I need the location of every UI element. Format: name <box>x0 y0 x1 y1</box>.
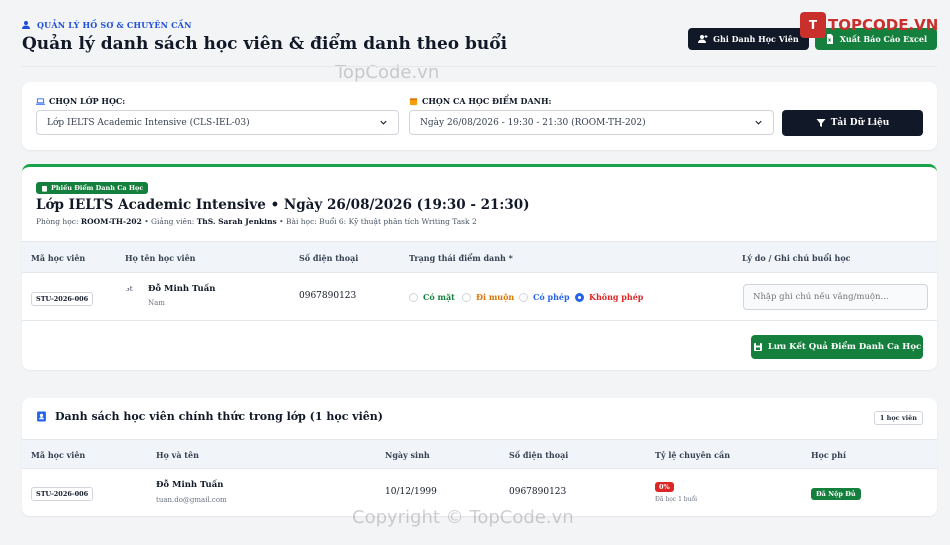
attendance-rate-badge: 0% <box>655 482 674 492</box>
col-code: Mã học viên <box>31 450 86 460</box>
student-code: STU-2026-006 <box>31 292 94 306</box>
eyebrow-text: QUẢN LÝ HỒ SƠ & CHUYÊN CẦN <box>37 20 192 30</box>
class-label: CHỌN LỚP HỌC: <box>36 96 125 106</box>
row-divider <box>22 320 937 321</box>
radio-excused-dot[interactable] <box>519 292 528 302</box>
radio-absent-dot[interactable] <box>575 292 584 302</box>
roster-student-email: tuan.do@gmail.com <box>156 496 227 504</box>
session-label-text: CHỌN CA HỌC ĐIỂM DANH: <box>422 96 552 106</box>
class-label-text: CHỌN LỚP HỌC: <box>49 96 126 106</box>
radio-present[interactable]: Có mặt <box>409 292 455 302</box>
room-value: ROOM-TH-202 <box>80 217 142 226</box>
user-gear-icon <box>22 21 30 29</box>
col-phone: Số điện thoại <box>509 450 569 460</box>
roster-student-phone: 0967890123 <box>509 487 567 497</box>
radio-excused-label: Có phép <box>533 292 570 302</box>
radio-late-label: Đi muộn <box>476 292 515 302</box>
roster-count: 1 học viên <box>873 411 923 425</box>
chevron-down-icon <box>755 120 762 125</box>
radio-absent-label: Không phép <box>589 292 644 302</box>
attendance-card: Phiếu Điểm Danh Ca Học Lớp IELTS Academi… <box>22 164 937 370</box>
session-select[interactable]: Ngày 26/08/2026 - 19:30 - 21:30 (ROOM-TH… <box>409 110 774 135</box>
attendance-rate-note: Đã học 1 buổi <box>655 496 698 503</box>
topcode-logo: T TOPCODE.VN <box>800 12 938 38</box>
roster-table-header: Mã học viên Họ và tên Ngày sinh Số điện … <box>22 439 937 469</box>
register-student-button[interactable]: Ghi Danh Học Viên <box>688 28 809 50</box>
reload-data-button[interactable]: Tải Dữ Liệu <box>782 110 923 136</box>
radio-present-label: Có mặt <box>423 292 455 302</box>
roster-student-code: STU-2026-006 <box>31 487 94 501</box>
student-name: Đỗ Minh Tuấn <box>148 284 216 294</box>
attendance-badge: Phiếu Điểm Danh Ca Học <box>36 182 149 194</box>
calendar-icon <box>409 97 418 105</box>
col-fee: Học phí <box>811 450 846 460</box>
roster-card: Danh sách học viên chính thức trong lớp … <box>22 398 937 516</box>
save-attendance-label: Lưu Kết Quả Điểm Danh Ca Học <box>767 342 922 352</box>
save-icon <box>753 343 762 351</box>
col-code: Mã học viên <box>31 253 86 263</box>
note-input[interactable] <box>743 284 928 310</box>
attendance-badge-text: Phiếu Điểm Danh Ca Học <box>51 184 144 192</box>
avatar: St <box>125 285 145 305</box>
col-phone: Số điện thoại <box>299 253 359 263</box>
student-phone: 0967890123 <box>299 291 357 301</box>
clipboard-icon <box>42 185 47 192</box>
session-meta: Phòng học: ROOM-TH-202 • Giảng viên: ThS… <box>36 217 477 226</box>
roster-student-name: Đỗ Minh Tuấn <box>156 480 224 490</box>
teacher-value: ThS. Sarah Jenkins <box>196 217 277 226</box>
room-label: Phòng học: <box>36 217 79 226</box>
radio-present-dot[interactable] <box>409 292 418 302</box>
class-select-value: Lớp IELTS Academic Intensive (CLS-IEL-03… <box>47 117 250 128</box>
col-rate: Tỷ lệ chuyên cần <box>655 450 731 460</box>
col-name: Họ tên học viên <box>125 253 196 263</box>
session-label: CHỌN CA HỌC ĐIỂM DANH: <box>409 96 551 106</box>
roster-student-dob: 10/12/1999 <box>385 487 437 497</box>
laptop-icon <box>36 97 45 105</box>
attendance-table-header: Mã học viên Họ tên học viên Số điện thoạ… <box>22 241 937 273</box>
session-title: Lớp IELTS Academic Intensive • Ngày 26/0… <box>36 197 530 213</box>
col-fullname: Họ và tên <box>156 450 199 460</box>
user-plus-icon <box>698 35 708 43</box>
radio-absent[interactable]: Không phép <box>575 292 643 302</box>
fee-status-badge: Đã Nộp Đủ <box>811 488 861 500</box>
save-attendance-button[interactable]: Lưu Kết Quả Điểm Danh Ca Học <box>751 335 923 359</box>
col-dob: Ngày sinh <box>385 450 430 460</box>
radio-excused[interactable]: Có phép <box>519 292 570 302</box>
address-book-icon <box>37 411 46 422</box>
col-status: Trạng thái điểm danh * <box>409 253 513 263</box>
roster-title-text: Danh sách học viên chính thức trong lớp … <box>55 410 383 423</box>
student-gender: Nam <box>148 299 165 307</box>
chevron-down-icon <box>380 120 387 125</box>
radio-late-dot[interactable] <box>462 292 471 302</box>
class-select[interactable]: Lớp IELTS Academic Intensive (CLS-IEL-03… <box>36 110 399 135</box>
filter-card: CHỌN LỚP HỌC: Lớp IELTS Academic Intensi… <box>22 82 937 150</box>
session-select-value: Ngày 26/08/2026 - 19:30 - 21:30 (ROOM-TH… <box>420 117 646 128</box>
teacher-label: • Giảng viên: <box>144 217 195 226</box>
lesson-value: • Bài học: Buổi 6: Kỹ thuật phân tích Wr… <box>279 217 477 226</box>
header-divider <box>22 66 937 67</box>
roster-title: Danh sách học viên chính thức trong lớp … <box>36 410 383 423</box>
filter-icon <box>816 119 826 127</box>
radio-late[interactable]: Đi muộn <box>462 292 514 302</box>
logo-text: TOPCODE.VN <box>828 16 939 34</box>
register-student-label: Ghi Danh Học Viên <box>713 34 799 44</box>
logo-mark: T <box>800 12 826 38</box>
reload-data-label: Tải Dữ Liệu <box>830 118 890 128</box>
col-note: Lý do / Ghi chú buổi học <box>742 253 851 263</box>
